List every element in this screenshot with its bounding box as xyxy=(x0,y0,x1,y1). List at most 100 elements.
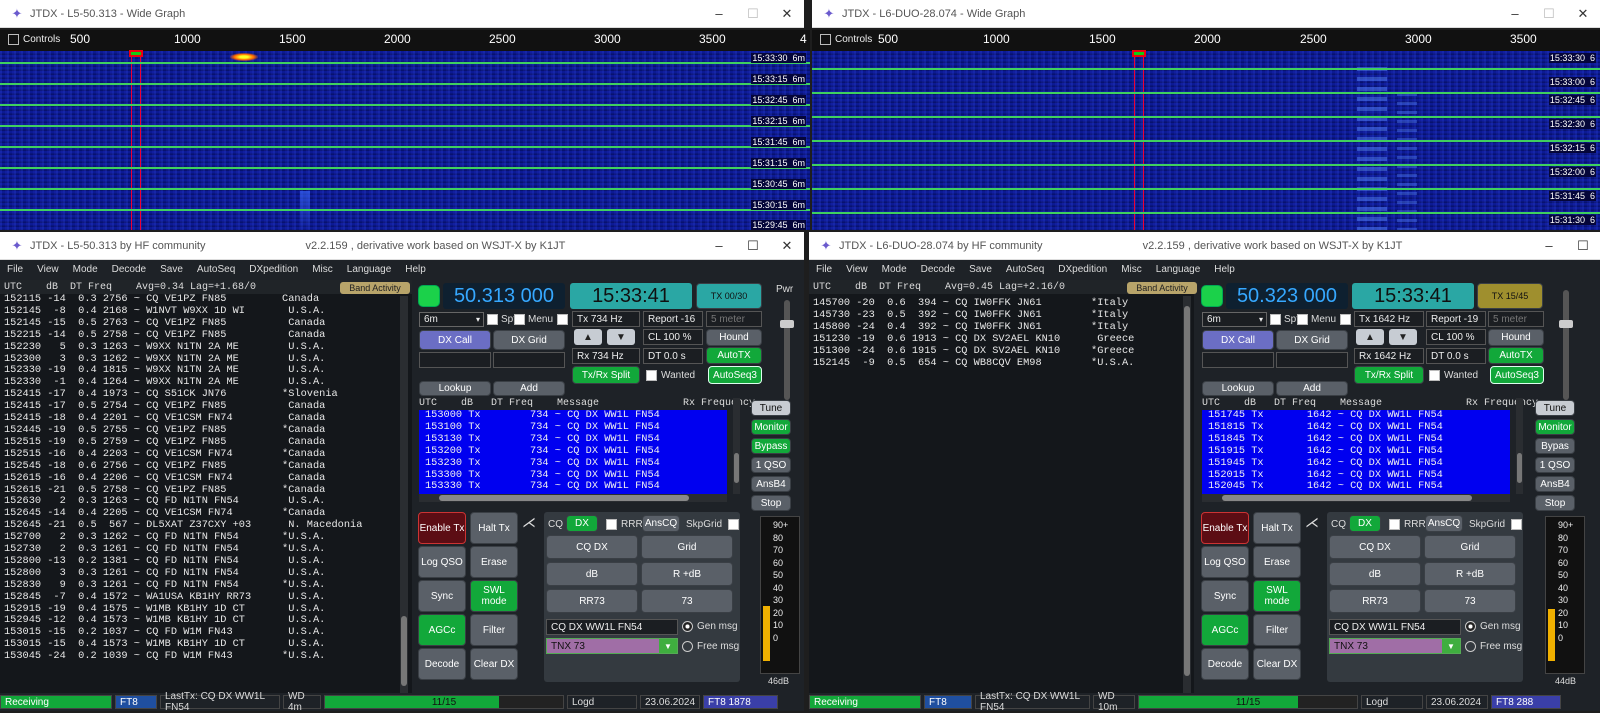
menu-file[interactable]: File xyxy=(0,264,30,275)
skpgrid-checkbox[interactable]: SkpGrid xyxy=(686,516,740,532)
hound-button[interactable]: Hound xyxy=(706,329,762,346)
menu-autoseq[interactable]: AutoSeq xyxy=(999,264,1051,275)
menu-mode[interactable]: Mode xyxy=(875,264,914,275)
decode-scrollbar[interactable] xyxy=(1183,296,1191,693)
tx-rx-split-button[interactable]: Tx/Rx Split xyxy=(1354,366,1424,384)
dx-grid-button[interactable]: DX Grid xyxy=(1276,330,1348,350)
controls-checkbox[interactable] xyxy=(820,34,831,45)
right-waterfall[interactable]: Controls 500 1000 1500 2000 2500 3000 35… xyxy=(812,30,1600,230)
clear-dx-button[interactable]: Clear DX xyxy=(1253,648,1301,680)
db-button[interactable]: dB xyxy=(546,562,638,586)
sync-button[interactable]: Sync xyxy=(418,580,466,612)
decode-scrollbar[interactable] xyxy=(400,296,408,693)
meter-field[interactable]: 5 meter xyxy=(706,311,762,327)
stop-button[interactable]: Stop xyxy=(751,495,791,511)
up-arrow-icon[interactable]: ▲ xyxy=(574,329,602,345)
dx-call-input[interactable] xyxy=(1202,352,1274,368)
menu-help[interactable]: Help xyxy=(398,264,433,275)
tx-history-list[interactable]: 153000 Tx 734 ~ CQ DX WW1L FN54 153100 T… xyxy=(419,410,727,494)
gen-msg-radio[interactable]: Gen msg xyxy=(682,618,738,635)
gen-msg-input[interactable]: CQ DX WW1L FN54 xyxy=(1329,619,1461,635)
tx-list-scrollbar[interactable] xyxy=(1516,398,1523,494)
tx-list-scrollbar[interactable] xyxy=(733,398,740,494)
tx-freq-marker[interactable] xyxy=(129,50,143,57)
close-icon[interactable]: ✕ xyxy=(1566,6,1600,22)
grid-button[interactable]: Grid xyxy=(641,535,733,559)
tune-button[interactable]: Tune xyxy=(1535,400,1575,416)
tx-history-list[interactable]: 151745 Tx 1642 ~ CQ DX WW1L FN54 151815 … xyxy=(1202,410,1510,494)
tx-list-hscroll[interactable] xyxy=(419,494,727,502)
menu-language[interactable]: Language xyxy=(340,264,399,275)
close-icon[interactable]: ✕ xyxy=(770,238,804,254)
rx-frequency-spin[interactable]: Rx 734 Hz xyxy=(572,348,640,364)
maximize-icon[interactable]: ☐ xyxy=(736,6,770,22)
seventy-three-button[interactable]: 73 xyxy=(1424,589,1516,613)
menu-checkbox[interactable]: Menu xyxy=(514,312,569,327)
free-msg-combo[interactable]: TNX 73 ▼ xyxy=(546,638,678,654)
down-arrow-icon[interactable]: ▼ xyxy=(607,329,635,345)
r-db-button[interactable]: R +dB xyxy=(641,562,733,586)
log-qso-button[interactable]: Log QSO xyxy=(418,546,466,578)
menu-language[interactable]: Language xyxy=(1149,264,1208,275)
minimize-icon[interactable]: – xyxy=(1498,6,1532,22)
menu-dxpedition[interactable]: DXpedition xyxy=(242,264,305,275)
dx-button[interactable]: DX xyxy=(566,515,598,532)
controls-checkbox[interactable] xyxy=(8,34,19,45)
maximize-icon[interactable]: ☐ xyxy=(1566,238,1600,254)
dial-frequency[interactable]: 50.313 000 xyxy=(443,283,565,309)
minimize-icon[interactable]: – xyxy=(1532,238,1566,254)
add-button[interactable]: Add xyxy=(1276,381,1348,396)
menu-view[interactable]: View xyxy=(30,264,66,275)
menu-help[interactable]: Help xyxy=(1207,264,1242,275)
minimize-icon[interactable]: – xyxy=(702,6,736,22)
dx-grid-button[interactable]: DX Grid xyxy=(493,330,565,350)
down-arrow-icon[interactable]: ▼ xyxy=(1389,329,1417,345)
minimize-icon[interactable]: – xyxy=(702,238,736,254)
dt-spin[interactable]: DT 0.0 s xyxy=(1426,348,1486,364)
stop-button[interactable]: Stop xyxy=(1535,495,1575,511)
dx-grid-input[interactable] xyxy=(493,352,565,368)
rrr-checkbox[interactable]: RRR xyxy=(606,516,643,532)
tx-rx-split-button[interactable]: Tx/Rx Split xyxy=(572,366,640,384)
spt-checkbox[interactable]: Spt xyxy=(1270,312,1299,327)
bypass-button[interactable]: Bypass xyxy=(751,438,791,454)
report-spin[interactable]: Report -16 xyxy=(643,311,703,327)
power-slider[interactable] xyxy=(780,300,794,400)
dx-grid-input[interactable] xyxy=(1276,352,1348,368)
decode-list[interactable]: 145700 -20 0.6 394 ~ CQ IW0FFK JN61 *Ita… xyxy=(809,294,1194,369)
menu-save[interactable]: Save xyxy=(153,264,190,275)
menu-misc[interactable]: Misc xyxy=(1114,264,1149,275)
free-msg-radio[interactable]: Free msg xyxy=(1465,638,1522,655)
erase-button[interactable]: Erase xyxy=(1253,546,1301,578)
r-db-button[interactable]: R +dB xyxy=(1424,562,1516,586)
agcc-button[interactable]: AGCc xyxy=(418,614,466,646)
agcc-button[interactable]: AGCc xyxy=(1201,614,1249,646)
menu-view[interactable]: View xyxy=(839,264,875,275)
decode-button[interactable]: Decode xyxy=(418,648,466,680)
erase-button[interactable]: Erase xyxy=(470,546,518,578)
menu-misc[interactable]: Misc xyxy=(305,264,340,275)
monitor-button[interactable]: Monitor xyxy=(1535,419,1575,435)
menu-save[interactable]: Save xyxy=(962,264,999,275)
maximize-icon[interactable]: ☐ xyxy=(1532,6,1566,22)
cl-spin[interactable]: CL 100 % xyxy=(643,329,703,345)
dial-frequency[interactable]: 50.323 000 xyxy=(1226,283,1348,309)
log-qso-button[interactable]: Log QSO xyxy=(1201,546,1249,578)
gen-msg-radio[interactable]: Gen msg xyxy=(1465,618,1521,635)
autotx-button[interactable]: AutoTX xyxy=(706,347,762,364)
maximize-icon[interactable]: ☐ xyxy=(736,238,770,254)
spt-checkbox[interactable]: Spt xyxy=(487,312,516,327)
autoseq-button[interactable]: AutoSeq3 xyxy=(1490,366,1544,384)
one-qso-button[interactable]: 1 QSO xyxy=(1535,457,1575,473)
band-selector[interactable]: 6m xyxy=(419,312,484,327)
dx-button[interactable]: DX xyxy=(1349,515,1381,532)
halt-tx-button[interactable]: Halt Tx xyxy=(470,512,518,544)
lookup-button[interactable]: Lookup xyxy=(1202,381,1274,396)
free-msg-radio[interactable]: Free msg xyxy=(682,638,739,655)
autotx-button[interactable]: AutoTX xyxy=(1488,347,1544,364)
ansb4-button[interactable]: AnsB4 xyxy=(1535,476,1575,492)
rr73-button[interactable]: RR73 xyxy=(1329,589,1421,613)
bypass-button[interactable]: Bypas xyxy=(1535,438,1575,454)
halt-tx-button[interactable]: Halt Tx xyxy=(1253,512,1301,544)
monitor-button[interactable]: Monitor xyxy=(751,419,791,435)
